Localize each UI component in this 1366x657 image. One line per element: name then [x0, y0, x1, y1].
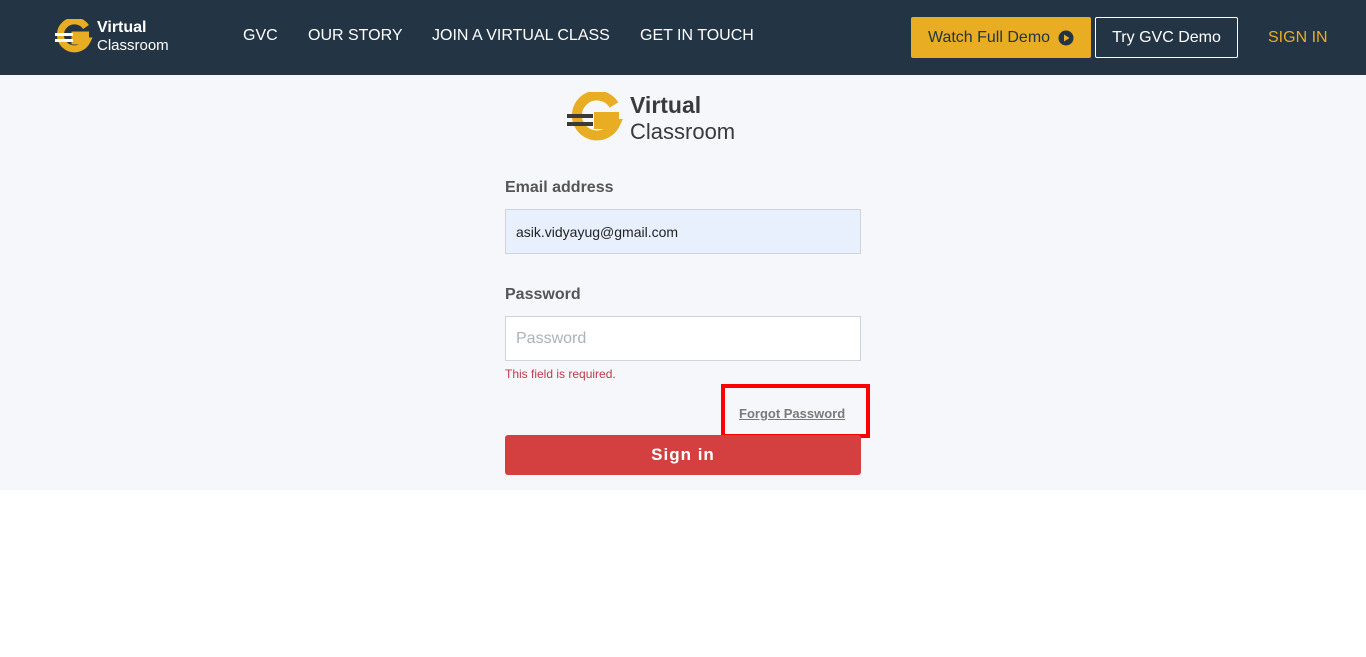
sign-in-button[interactable]: Sign in [505, 435, 861, 475]
password-field[interactable] [505, 316, 861, 361]
watch-full-demo-label: Watch Full Demo [927, 28, 1051, 46]
main-logo-text-classroom: Classroom [630, 119, 736, 144]
email-label: Email address [505, 179, 614, 196]
nav-item-our-story[interactable]: OUR STORY [308, 26, 403, 46]
watch-full-demo-button[interactable]: Watch Full Demo [911, 17, 1091, 58]
gvc-logo-icon [55, 19, 93, 53]
nav-item-join-virtual-class[interactable]: JOIN A VIRTUAL CLASS [432, 26, 610, 46]
main-logo-text-virtual: Virtual [630, 92, 702, 118]
gvc-logo-icon [567, 92, 623, 141]
nav-item-gvc[interactable]: GVC [243, 26, 278, 46]
password-label: Password [505, 286, 581, 303]
logo-text-virtual: Virtual [97, 19, 147, 36]
forgot-password-link[interactable]: Forgot Password [739, 406, 845, 422]
email-field[interactable] [505, 209, 861, 254]
top-navigation-bar: Virtual Classroom GVC OUR STORY JOIN A V… [0, 0, 1366, 75]
try-gvc-demo-button[interactable]: Try GVC Demo [1095, 17, 1238, 58]
nav-item-get-in-touch[interactable]: GET IN TOUCH [640, 26, 754, 46]
sign-in-link[interactable]: SIGN IN [1268, 28, 1328, 48]
header-logo[interactable]: Virtual Classroom [55, 19, 185, 57]
password-error-message: This field is required. [505, 367, 616, 381]
play-circle-icon [1058, 30, 1074, 45]
logo-text-classroom: Classroom [97, 37, 169, 54]
main-logo: Virtual Classroom [567, 92, 757, 146]
